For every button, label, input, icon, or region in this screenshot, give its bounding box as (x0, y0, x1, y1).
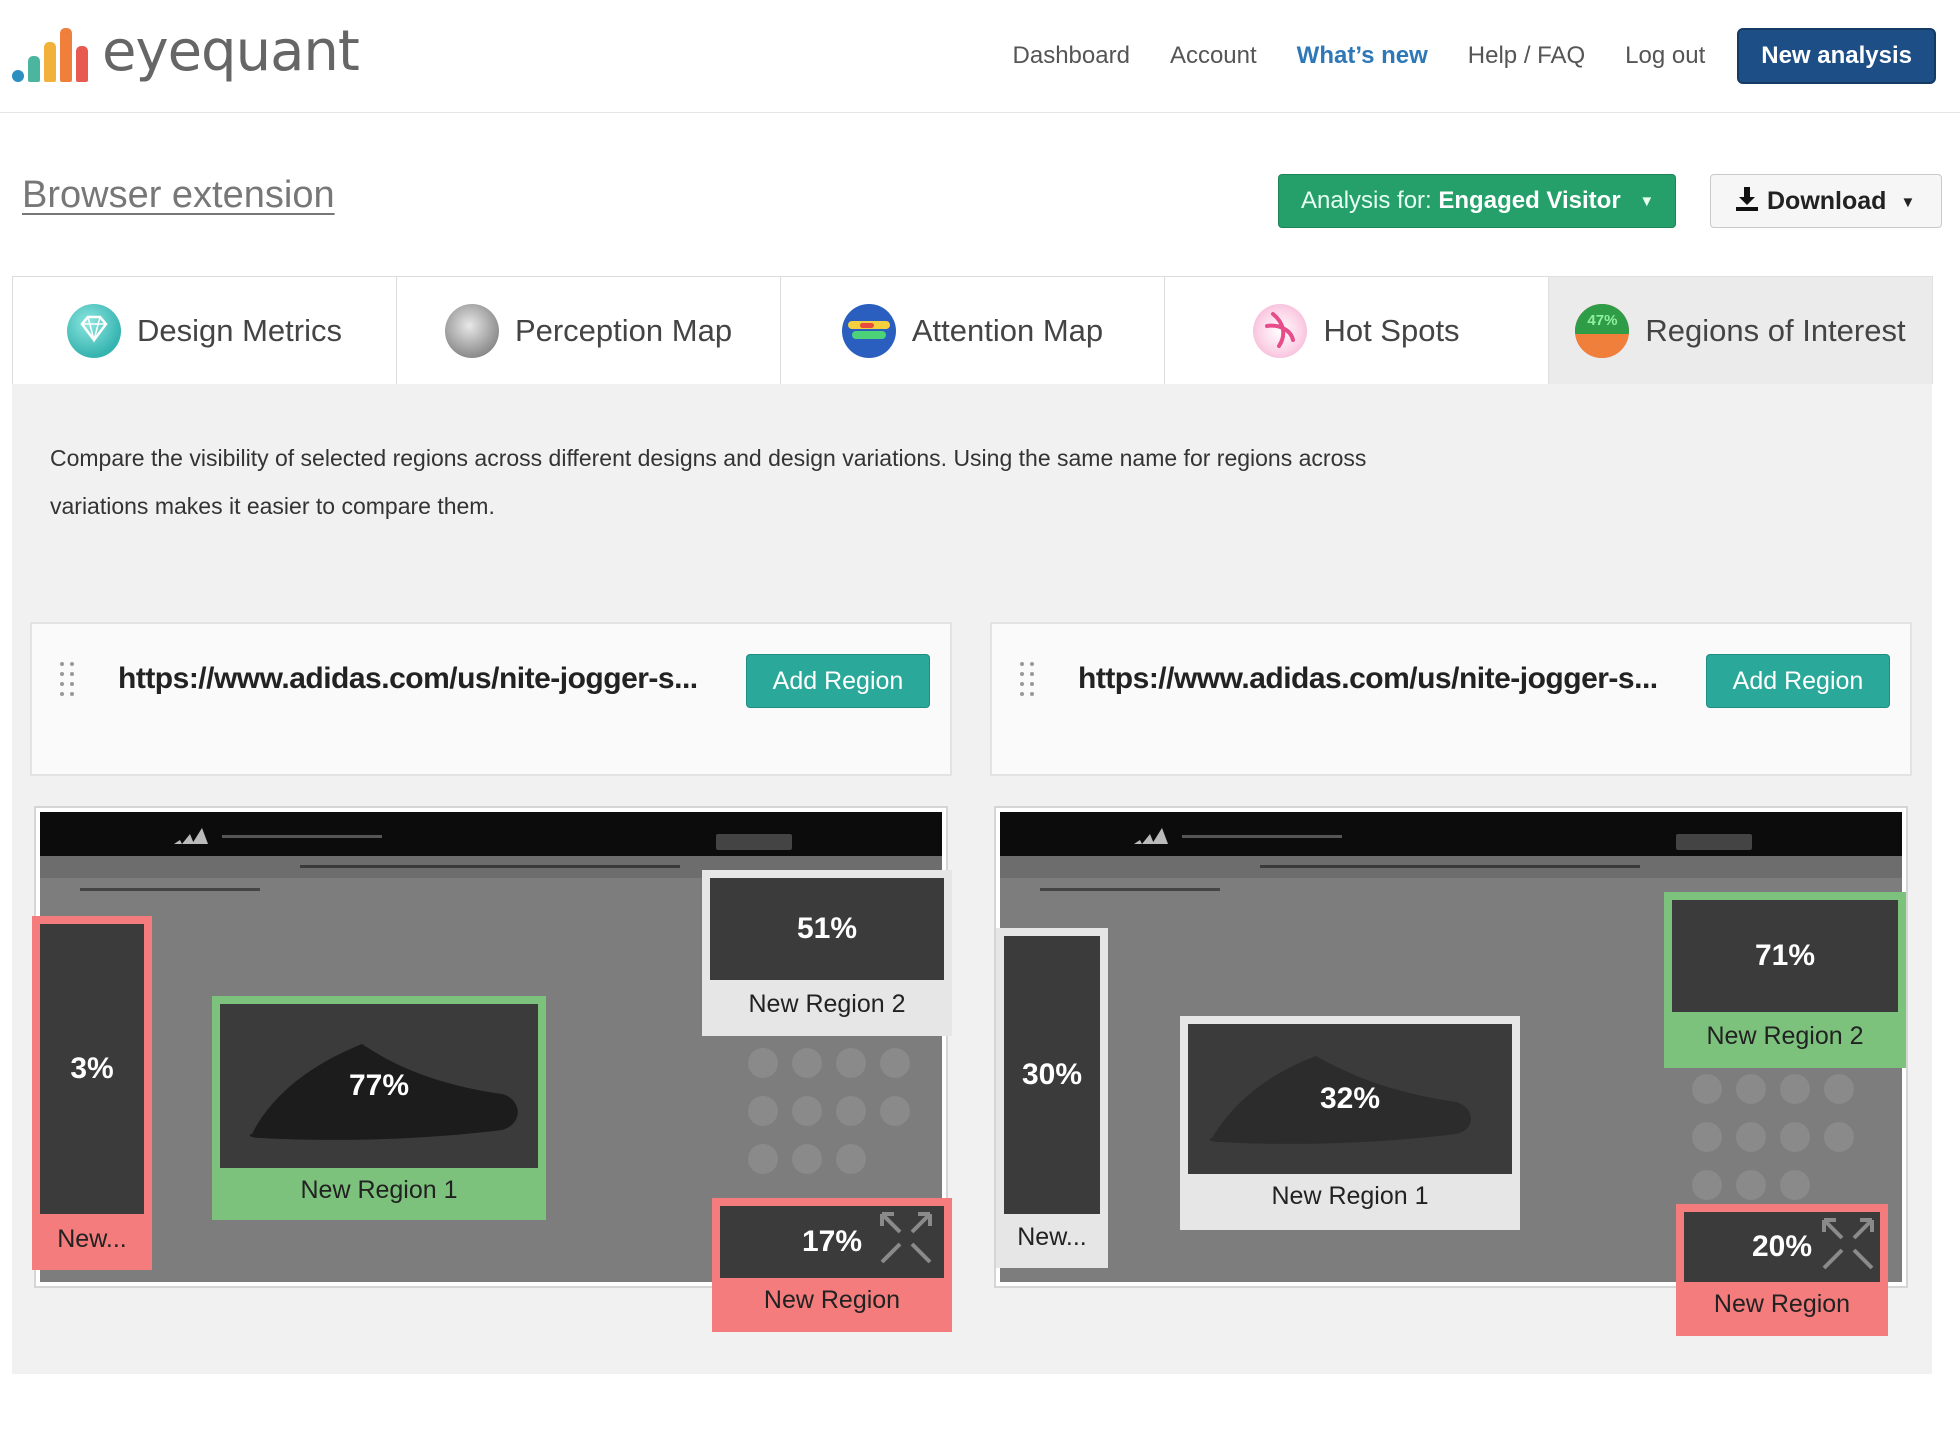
region-label[interactable]: New... (1004, 1214, 1100, 1260)
drag-handle-icon[interactable] (1020, 662, 1040, 702)
analysis-value: Engaged Visitor (1438, 187, 1621, 214)
region-box[interactable]: 3% New... (32, 916, 152, 1270)
nav-whats-new[interactable]: What’s new (1297, 42, 1428, 70)
region-visibility-value: 17% (801, 1225, 863, 1258)
analysis-prefix: Analysis for: (1301, 187, 1432, 214)
tab-bar: Design Metrics Perception Map Attention … (12, 276, 1933, 384)
region-label[interactable]: New Region 2 (710, 980, 944, 1028)
new-analysis-button[interactable]: New analysis (1737, 28, 1936, 84)
region-box[interactable]: 71% New Region 2 (1664, 892, 1906, 1068)
adidas-logo-icon (1134, 828, 1168, 844)
add-region-button[interactable]: Add Region (1706, 654, 1890, 708)
region-box[interactable]: 17% New Region (712, 1198, 952, 1332)
caret-down-icon: ▼ (1639, 193, 1655, 210)
regions-of-interest-icon: 47% (1575, 303, 1630, 358)
regions-panel: Compare the visibility of selected regio… (12, 384, 1932, 1374)
tab-hot-spots[interactable]: Hot Spots (1164, 276, 1549, 384)
design-screenshot: 30% New... 32% New Region 1 71% New Regi… (994, 806, 1908, 1336)
tab-label: Attention Map (911, 312, 1104, 348)
region-label[interactable]: New Region (720, 1276, 944, 1324)
design-screenshot: 3% New... 77% New Region 1 51% New Regio… (32, 806, 952, 1332)
main-nav: Dashboard Account What’s new Help / FAQ … (973, 28, 1936, 84)
region-visibility-value: 32% (1319, 1082, 1381, 1115)
design-url[interactable]: https://www.adidas.com/us/nite-jogger-s.… (1078, 662, 1658, 696)
top-bar: eyequant Dashboard Account What’s new He… (0, 0, 1960, 113)
site-breadcrumb (80, 888, 260, 891)
region-label[interactable]: New Region 1 (1188, 1170, 1512, 1222)
tab-regions-of-interest[interactable]: 47% Regions of Interest (1548, 276, 1933, 384)
panel-description: Compare the visibility of selected regio… (50, 445, 1367, 519)
roi-badge: 47% (1587, 311, 1618, 329)
region-visibility-value: 3% (70, 1052, 114, 1085)
logo-bars-icon (12, 26, 92, 86)
tab-label: Design Metrics (137, 312, 342, 348)
page-title[interactable]: Browser extension (22, 174, 335, 217)
diamond-icon (67, 303, 121, 358)
site-search (716, 834, 792, 850)
site-links (1182, 835, 1342, 838)
design-card-header: https://www.adidas.com/us/nite-jogger-s.… (990, 622, 1912, 776)
expand-icon (880, 1212, 932, 1264)
region-label[interactable]: New Region 1 (220, 1168, 538, 1212)
design-card-header: https://www.adidas.com/us/nite-jogger-s.… (30, 622, 952, 776)
region-visibility-value: 77% (348, 1069, 410, 1102)
region-box[interactable]: 32% New Region 1 (1180, 1016, 1520, 1230)
drag-handle-icon[interactable] (60, 662, 80, 702)
hot-spots-icon (1253, 303, 1308, 358)
region-box[interactable]: 77% New Region 1 (212, 996, 546, 1220)
attention-map-icon (841, 303, 896, 358)
download-label: Download (1767, 187, 1887, 215)
design-url[interactable]: https://www.adidas.com/us/nite-jogger-s.… (118, 662, 698, 696)
nav-logout[interactable]: Log out (1625, 42, 1705, 70)
tab-label: Regions of Interest (1645, 312, 1906, 348)
tab-label: Perception Map (514, 312, 733, 348)
caret-down-icon: ▼ (1900, 194, 1916, 211)
nav-account[interactable]: Account (1170, 42, 1257, 70)
add-region-button[interactable]: Add Region (746, 654, 930, 708)
tab-perception-map[interactable]: Perception Map (396, 276, 781, 384)
region-visibility-value: 71% (1754, 939, 1816, 972)
download-icon (1736, 187, 1758, 212)
tab-design-metrics[interactable]: Design Metrics (12, 276, 397, 384)
region-box[interactable]: 30% New... (996, 928, 1108, 1268)
region-label[interactable]: New... (40, 1216, 144, 1262)
region-box[interactable]: 20% New Region (1676, 1204, 1888, 1336)
site-search (1676, 834, 1752, 850)
site-promo-bar (1000, 856, 1902, 878)
region-visibility-value: 30% (1021, 1058, 1083, 1091)
eyequant-logo[interactable]: eyequant (12, 19, 360, 88)
region-box[interactable]: 51% New Region 2 (702, 870, 952, 1036)
region-label[interactable]: New Region 2 (1672, 1012, 1898, 1060)
region-visibility-value: 51% (796, 912, 858, 945)
download-dropdown[interactable]: Download ▼ (1710, 174, 1942, 228)
nav-help[interactable]: Help / FAQ (1468, 42, 1585, 70)
logo-text: eyequant (102, 19, 360, 84)
region-visibility-value: 20% (1751, 1230, 1813, 1263)
region-label[interactable]: New Region (1684, 1280, 1880, 1328)
tab-label: Hot Spots (1323, 312, 1460, 348)
site-breadcrumb (1040, 888, 1220, 891)
nav-dashboard[interactable]: Dashboard (1013, 42, 1130, 70)
perception-map-icon (444, 303, 499, 358)
site-header (40, 812, 942, 856)
expand-icon (1822, 1218, 1874, 1270)
site-header (1000, 812, 1902, 856)
analysis-for-dropdown[interactable]: Analysis for: Engaged Visitor ▼ (1278, 174, 1676, 228)
adidas-logo-icon (174, 828, 208, 844)
tab-attention-map[interactable]: Attention Map (780, 276, 1165, 384)
site-links (222, 835, 382, 838)
